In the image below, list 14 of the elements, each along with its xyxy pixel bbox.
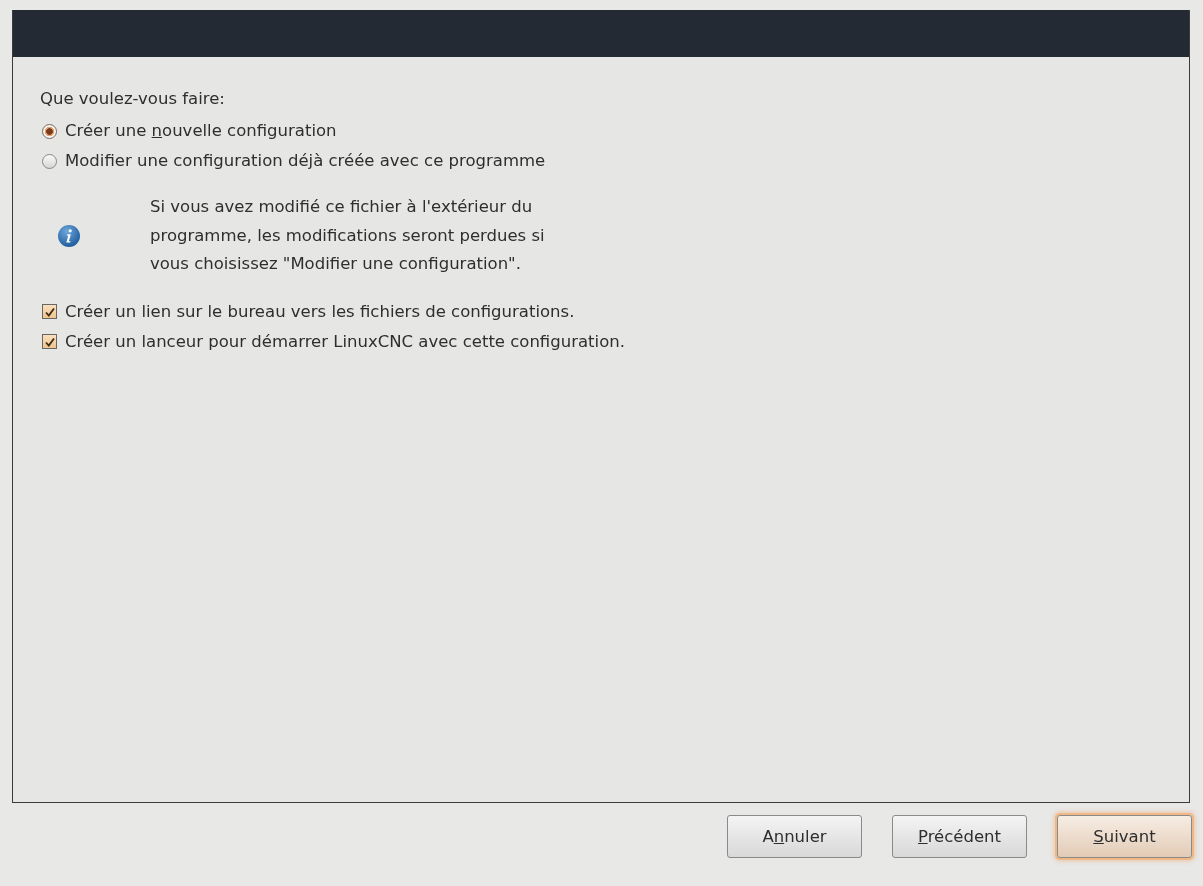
checkbox[interactable]: [42, 334, 57, 349]
info-message: Si vous avez modifié ce fichier à l'extérieur du programme, les modifications seront perdues si vous choisissez "Modifier une configuration".: [150, 196, 545, 275]
checkbox-label[interactable]: Créer un lanceur pour démarrer LinuxCNC avec cette configuration.: [65, 330, 625, 353]
dialog-button[interactable]: Suivant: [1057, 815, 1192, 858]
checkbox[interactable]: [42, 304, 57, 319]
checkbox-label[interactable]: Créer un lien sur le bureau vers les fichiers de configurations.: [65, 300, 575, 323]
dialog-button[interactable]: Annuler: [727, 815, 862, 858]
radio-label[interactable]: Modifier une configuration déjà créée avec ce programme: [65, 150, 546, 172]
radio-label[interactable]: Créer une nouvelle configuration: [65, 120, 337, 142]
question-label: Que voulez-vous faire:: [40, 88, 226, 110]
info-icon: [57, 223, 81, 248]
radio-button[interactable]: [42, 153, 57, 169]
radio-button[interactable]: [42, 123, 57, 139]
dialog-button[interactable]: Précédent: [892, 815, 1027, 858]
